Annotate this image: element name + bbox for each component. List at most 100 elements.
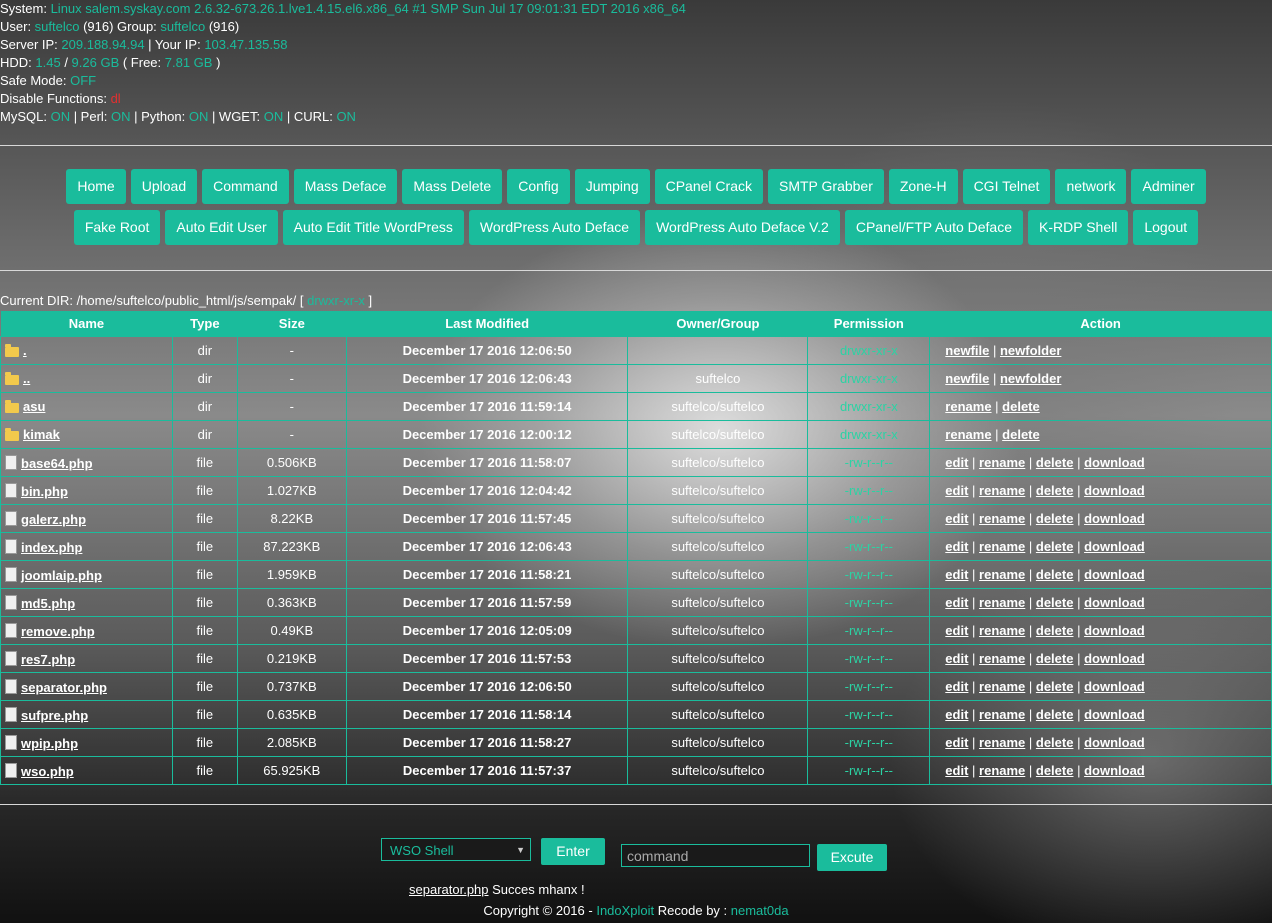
file-name-link[interactable]: joomlaip.php [21, 568, 102, 583]
file-name-link[interactable]: bin.php [21, 484, 68, 499]
author-link[interactable]: nemat0da [731, 903, 789, 918]
action-rename-link[interactable]: rename [979, 707, 1025, 722]
nav-button-auto-edit-title-wordpress[interactable]: Auto Edit Title WordPress [282, 210, 464, 245]
nav-button-smtp-grabber[interactable]: SMTP Grabber [767, 169, 884, 204]
action-delete-link[interactable]: delete [1036, 511, 1074, 526]
enter-button[interactable]: Enter [541, 838, 605, 865]
nav-button-fake-root[interactable]: Fake Root [73, 210, 161, 245]
action-edit-link[interactable]: edit [945, 595, 968, 610]
action-edit-link[interactable]: edit [945, 763, 968, 778]
status-file-link[interactable]: separator.php [409, 882, 489, 897]
nav-button-logout[interactable]: Logout [1133, 210, 1199, 245]
action-rename-link[interactable]: rename [979, 539, 1025, 554]
file-name-link[interactable]: kimak [23, 427, 60, 442]
action-download-link[interactable]: download [1084, 455, 1145, 470]
nav-button-cpanel-crack[interactable]: CPanel Crack [654, 169, 763, 204]
action-edit-link[interactable]: edit [945, 511, 968, 526]
action-rename-link[interactable]: rename [979, 595, 1025, 610]
nav-button-jumping[interactable]: Jumping [574, 169, 650, 204]
nav-button-adminer[interactable]: Adminer [1131, 169, 1206, 204]
file-name-link[interactable]: . [23, 343, 27, 358]
action-edit-link[interactable]: edit [945, 651, 968, 666]
action-edit-link[interactable]: edit [945, 455, 968, 470]
action-edit-link[interactable]: edit [945, 735, 968, 750]
action-edit-link[interactable]: edit [945, 539, 968, 554]
file-name-link[interactable]: asu [23, 399, 45, 414]
action-edit-link[interactable]: edit [945, 679, 968, 694]
action-download-link[interactable]: download [1084, 539, 1145, 554]
action-edit-link[interactable]: edit [945, 623, 968, 638]
nav-button-upload[interactable]: Upload [130, 169, 198, 204]
nav-button-command[interactable]: Command [202, 169, 289, 204]
action-rename-link[interactable]: rename [945, 399, 991, 414]
nav-button-auto-edit-user[interactable]: Auto Edit User [165, 210, 278, 245]
nav-button-wordpress-auto-deface-v-2[interactable]: WordPress Auto Deface V.2 [645, 210, 840, 245]
action-newfile-link[interactable]: newfile [945, 371, 989, 386]
file-name-link[interactable]: .. [23, 371, 30, 386]
nav-button-home[interactable]: Home [66, 169, 126, 204]
action-delete-link[interactable]: delete [1036, 735, 1074, 750]
shell-select[interactable]: WSO Shell ▼ [381, 838, 531, 861]
action-download-link[interactable]: download [1084, 623, 1145, 638]
file-name-link[interactable]: galerz.php [21, 512, 86, 527]
action-edit-link[interactable]: edit [945, 567, 968, 582]
file-name-link[interactable]: md5.php [21, 596, 75, 611]
action-download-link[interactable]: download [1084, 511, 1145, 526]
excute-button[interactable]: Excute [817, 844, 887, 871]
action-rename-link[interactable]: rename [979, 567, 1025, 582]
nav-button-config[interactable]: Config [507, 169, 570, 204]
action-download-link[interactable]: download [1084, 483, 1145, 498]
nav-button-cgi-telnet[interactable]: CGI Telnet [962, 169, 1051, 204]
file-name-link[interactable]: base64.php [21, 456, 93, 471]
brand-link[interactable]: IndoXploit [596, 903, 654, 918]
action-download-link[interactable]: download [1084, 763, 1145, 778]
action-rename-link[interactable]: rename [945, 427, 991, 442]
file-name-link[interactable]: wpip.php [21, 736, 78, 751]
nav-button-mass-deface[interactable]: Mass Deface [293, 169, 398, 204]
action-download-link[interactable]: download [1084, 595, 1145, 610]
nav-button-network[interactable]: network [1055, 169, 1127, 204]
action-edit-link[interactable]: edit [945, 707, 968, 722]
action-newfile-link[interactable]: newfile [945, 343, 989, 358]
action-rename-link[interactable]: rename [979, 455, 1025, 470]
nav-button-k-rdp-shell[interactable]: K-RDP Shell [1028, 210, 1129, 245]
action-delete-link[interactable]: delete [1036, 483, 1074, 498]
action-rename-link[interactable]: rename [979, 483, 1025, 498]
action-delete-link[interactable]: delete [1036, 567, 1074, 582]
nav-button-zone-h[interactable]: Zone-H [888, 169, 958, 204]
file-name-link[interactable]: res7.php [21, 652, 75, 667]
action-rename-link[interactable]: rename [979, 623, 1025, 638]
action-download-link[interactable]: download [1084, 735, 1145, 750]
action-rename-link[interactable]: rename [979, 679, 1025, 694]
file-name-link[interactable]: remove.php [21, 624, 95, 639]
action-edit-link[interactable]: edit [945, 483, 968, 498]
nav-button-cpanel-ftp-auto-deface[interactable]: CPanel/FTP Auto Deface [844, 210, 1024, 245]
nav-button-wordpress-auto-deface[interactable]: WordPress Auto Deface [468, 210, 641, 245]
action-delete-link[interactable]: delete [1036, 623, 1074, 638]
file-name-link[interactable]: wso.php [21, 764, 74, 779]
action-delete-link[interactable]: delete [1036, 539, 1074, 554]
action-download-link[interactable]: download [1084, 567, 1145, 582]
file-name-link[interactable]: index.php [21, 540, 82, 555]
action-delete-link[interactable]: delete [1002, 427, 1040, 442]
action-delete-link[interactable]: delete [1036, 651, 1074, 666]
action-newfolder-link[interactable]: newfolder [1000, 371, 1061, 386]
action-delete-link[interactable]: delete [1002, 399, 1040, 414]
action-rename-link[interactable]: rename [979, 511, 1025, 526]
action-newfolder-link[interactable]: newfolder [1000, 343, 1061, 358]
action-delete-link[interactable]: delete [1036, 763, 1074, 778]
action-rename-link[interactable]: rename [979, 651, 1025, 666]
action-delete-link[interactable]: delete [1036, 595, 1074, 610]
action-download-link[interactable]: download [1084, 651, 1145, 666]
action-delete-link[interactable]: delete [1036, 707, 1074, 722]
action-rename-link[interactable]: rename [979, 735, 1025, 750]
file-name-link[interactable]: sufpre.php [21, 708, 88, 723]
action-delete-link[interactable]: delete [1036, 679, 1074, 694]
file-name-link[interactable]: separator.php [21, 680, 107, 695]
action-delete-link[interactable]: delete [1036, 455, 1074, 470]
nav-button-mass-delete[interactable]: Mass Delete [402, 169, 503, 204]
action-download-link[interactable]: download [1084, 707, 1145, 722]
action-download-link[interactable]: download [1084, 679, 1145, 694]
command-input[interactable]: command [621, 844, 810, 867]
action-rename-link[interactable]: rename [979, 763, 1025, 778]
